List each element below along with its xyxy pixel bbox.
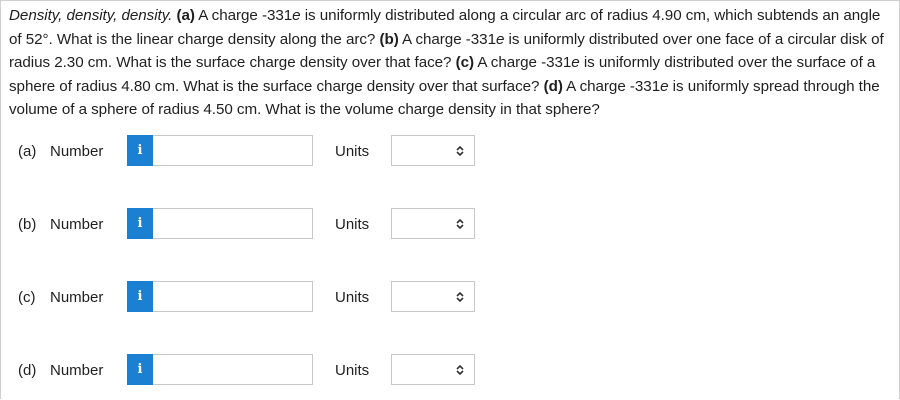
chevron-up-down-icon [456,364,464,376]
number-input-d[interactable] [153,354,313,385]
answer-row-c: (c) Number i Units [0,281,900,315]
number-input-a[interactable] [153,135,313,166]
part-d-tag: (d) [543,77,563,95]
number-input-b[interactable] [153,208,313,239]
elementary-charge-symbol: e [660,77,669,95]
part-label: (b) [18,216,37,233]
part-label: (c) [18,289,36,306]
part-a-text: A charge -331 [194,7,293,24]
info-icon[interactable]: i [127,281,153,312]
number-label: Number [50,362,104,379]
part-a-tag: (a) [176,7,195,24]
info-icon[interactable]: i [127,354,153,385]
number-label: Number [50,216,104,233]
units-label: Units [335,216,370,233]
number-label: Number [50,143,104,160]
part-d-text: A charge -331 [562,77,661,95]
elementary-charge-symbol: e [571,54,580,71]
question-text: Density, density, density. (a) A charge … [9,4,893,122]
chevron-up-down-icon [456,291,464,303]
elementary-charge-symbol: e [292,7,301,24]
info-icon[interactable]: i [127,208,153,239]
units-select-b[interactable] [391,208,475,239]
part-c-text: A charge -331 [474,54,572,71]
part-b-text: A charge -331 [398,30,496,48]
number-input-c[interactable] [153,281,313,312]
answer-row-b: (b) Number i Units [0,208,900,242]
part-label: (d) [18,362,37,379]
units-select-d[interactable] [391,354,475,385]
answer-row-d: (d) Number i Units [0,354,900,388]
part-label: (a) [18,143,37,160]
answer-row-a: (a) Number i Units [0,135,900,169]
units-label: Units [335,362,370,379]
chevron-up-down-icon [456,218,464,230]
info-icon[interactable]: i [127,135,153,166]
number-label: Number [50,289,104,306]
part-b-tag: (b) [379,30,399,48]
units-label: Units [335,289,370,306]
chevron-up-down-icon [456,145,464,157]
part-c-tag: (c) [455,54,475,71]
question-lead: Density, density, density. [9,7,173,24]
units-select-a[interactable] [391,135,475,166]
units-select-c[interactable] [391,281,475,312]
units-label: Units [335,143,370,160]
